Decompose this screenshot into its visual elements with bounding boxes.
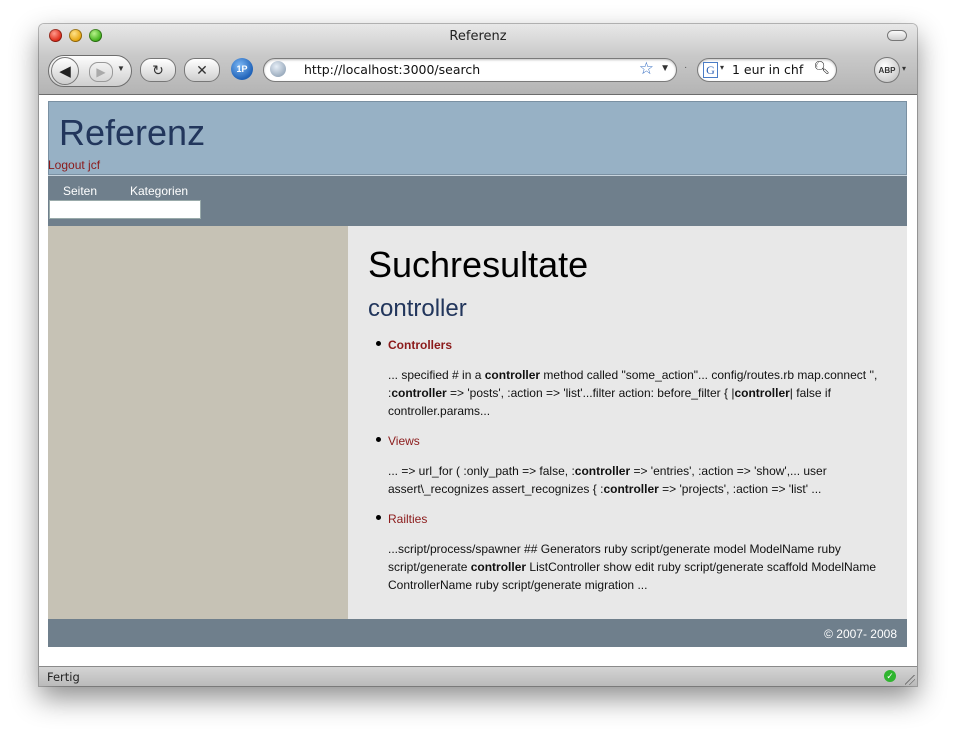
nav-item-kategorien[interactable]: Kategorien: [130, 184, 188, 198]
list-bullet: [376, 437, 381, 442]
history-nav-group: ◀ ▶ ▼: [48, 55, 132, 87]
status-bar: Fertig ✓: [39, 666, 917, 686]
forward-button[interactable]: ▶: [89, 62, 113, 82]
page-title: Suchresultate: [368, 244, 589, 285]
resize-grip-icon[interactable]: [905, 675, 915, 685]
bookmark-star-icon[interactable]: ☆: [639, 59, 654, 79]
back-button[interactable]: ◀: [51, 57, 79, 85]
result-link-railties[interactable]: Railties: [388, 510, 888, 528]
toolbar-separator: ·: [684, 62, 688, 73]
main-nav: Seiten Kategorien: [48, 175, 907, 226]
adblock-button[interactable]: ABP: [874, 57, 900, 83]
browser-chrome: Referenz ◀ ▶ ▼ ↻ ✕ 1P http://localhost:3…: [39, 24, 917, 95]
list-bullet: [376, 515, 381, 520]
result-snippet: ...script/process/spawner ## Generators …: [388, 542, 877, 592]
logout-link[interactable]: Logout jcf: [48, 158, 100, 172]
search-engine-dropdown-icon[interactable]: ▾: [720, 63, 724, 72]
nav-item-seiten[interactable]: Seiten: [63, 184, 97, 198]
toolbar-toggle-button[interactable]: [887, 30, 907, 41]
site-logo[interactable]: Referenz: [59, 112, 205, 154]
security-ok-icon[interactable]: ✓: [884, 670, 896, 682]
search-engine-icon[interactable]: G: [703, 62, 718, 78]
search-result-item: Railties ...script/process/spawner ## Ge…: [376, 510, 888, 594]
address-bar[interactable]: http://localhost:3000/search ☆ ▼: [263, 58, 677, 82]
sidebar: [48, 226, 348, 619]
url-text[interactable]: http://localhost:3000/search: [304, 62, 480, 77]
search-bar[interactable]: G ▾ 1 eur in chf 🔍︎: [697, 58, 837, 82]
stop-icon: ✕: [196, 61, 208, 78]
site-header: Referenz: [48, 101, 907, 175]
forward-arrow-icon: ▶: [96, 65, 106, 79]
onepassword-button[interactable]: 1P: [231, 58, 253, 80]
copyright-text: © 2007- 2008: [824, 627, 897, 641]
search-results-list: Controllers ... specified # in a control…: [376, 336, 888, 606]
reload-icon: ↻: [152, 61, 164, 78]
search-result-item: Views ... => url_for ( :only_path => fal…: [376, 432, 888, 498]
status-text: Fertig: [47, 670, 80, 684]
result-link-views[interactable]: Views: [388, 432, 888, 450]
list-bullet: [376, 341, 381, 346]
search-query-heading: controller: [368, 295, 467, 322]
result-snippet: ... specified # in a controller method c…: [388, 368, 878, 418]
result-link-controllers[interactable]: Controllers: [388, 336, 888, 354]
url-history-dropdown-icon[interactable]: ▼: [660, 63, 670, 74]
search-input[interactable]: 1 eur in chf: [732, 62, 803, 77]
reload-button[interactable]: ↻: [140, 58, 176, 82]
site-identity-icon[interactable]: [270, 61, 286, 77]
main-content: Suchresultate controller Controllers ...…: [348, 226, 907, 619]
site-container: Referenz Logout jcf Seiten Kategorien Su…: [48, 101, 907, 647]
stop-button[interactable]: ✕: [184, 58, 220, 82]
history-dropdown-icon[interactable]: ▼: [117, 64, 125, 73]
search-result-item: Controllers ... specified # in a control…: [376, 336, 888, 420]
back-arrow-icon: ◀: [59, 63, 71, 80]
site-search-input[interactable]: [49, 200, 201, 219]
search-icon[interactable]: 🔍︎: [813, 60, 830, 76]
window-title: Referenz: [449, 29, 507, 44]
page-viewport: Referenz Logout jcf Seiten Kategorien Su…: [39, 95, 917, 666]
adblock-dropdown-icon[interactable]: ▾: [902, 64, 906, 73]
browser-window: Referenz ◀ ▶ ▼ ↻ ✕ 1P http://localhost:3…: [39, 24, 917, 686]
result-snippet: ... => url_for ( :only_path => false, :c…: [388, 464, 827, 496]
site-footer: © 2007- 2008: [48, 619, 907, 647]
